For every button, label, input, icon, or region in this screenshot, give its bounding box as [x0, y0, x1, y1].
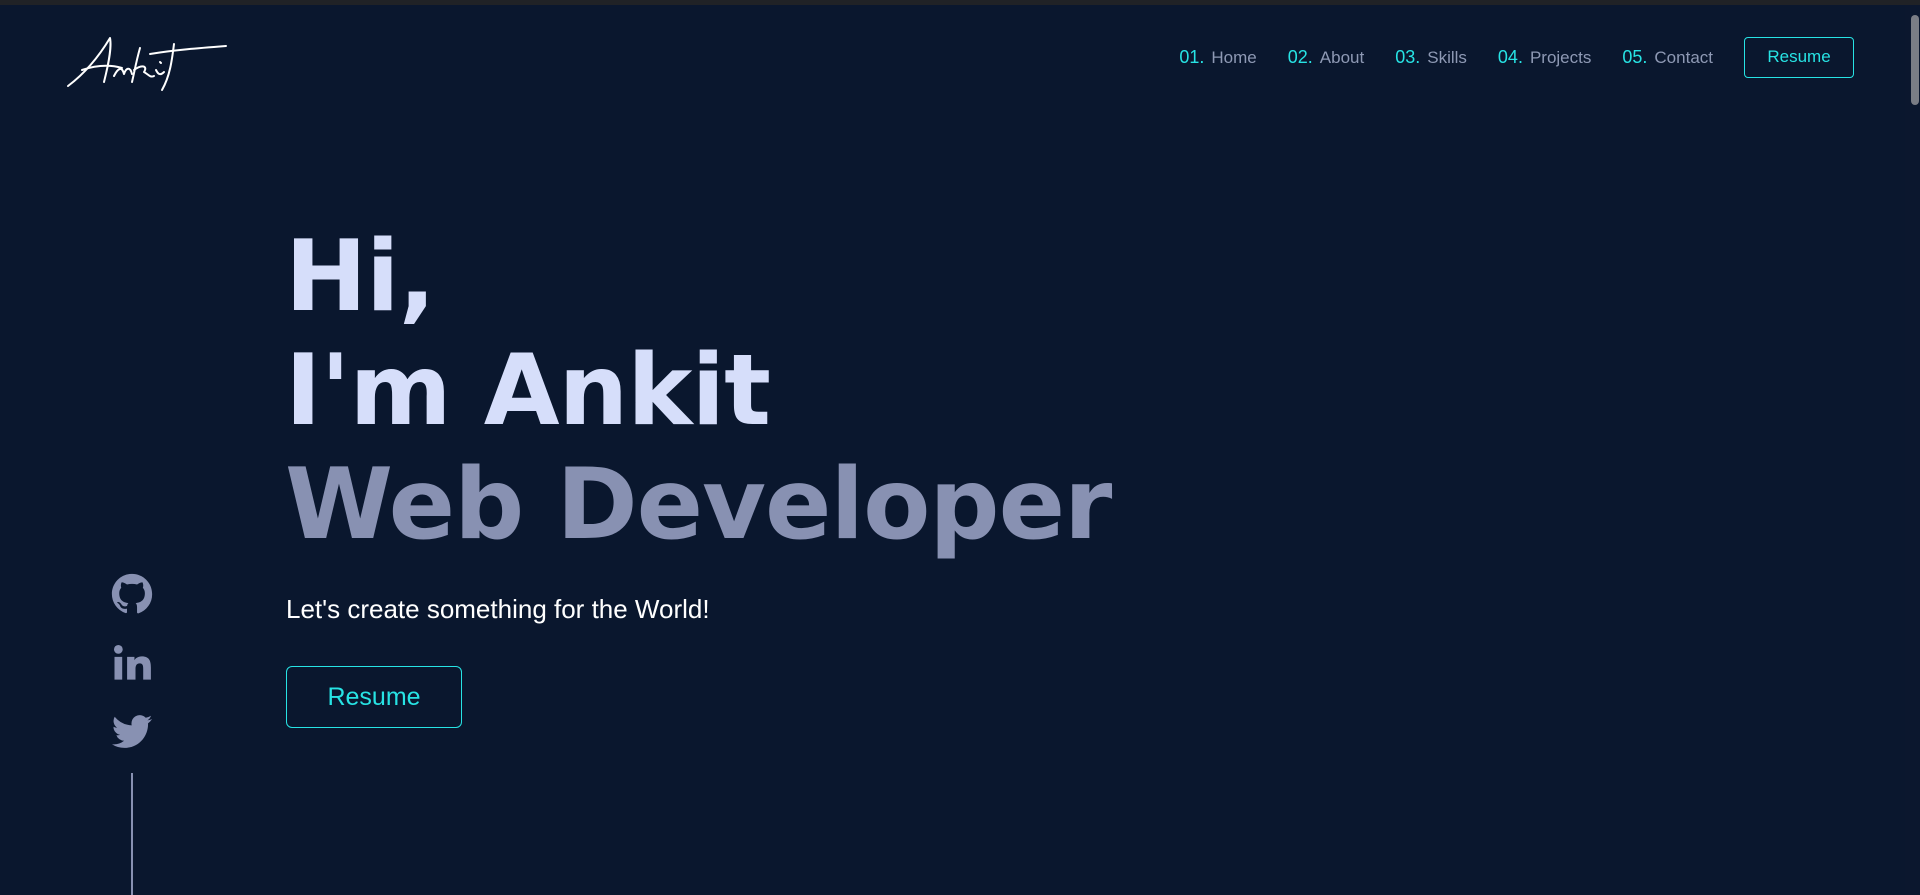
nav-item-projects[interactable]: 04. Projects	[1498, 47, 1591, 68]
nav-item-contact[interactable]: 05. Contact	[1622, 47, 1713, 68]
nav-item-skills[interactable]: 03. Skills	[1395, 47, 1467, 68]
social-links	[108, 570, 156, 780]
hero-tagline: Let's create something for the World!	[286, 594, 710, 624]
logo-signature[interactable]	[64, 30, 228, 94]
nav-label: Skills	[1427, 47, 1467, 67]
hero-role: Web Developer	[285, 448, 1112, 562]
social-divider-line	[131, 773, 133, 895]
nav-number: 02.	[1287, 46, 1313, 67]
logo-signature-icon	[67, 37, 227, 91]
browser-top-border	[0, 0, 1920, 5]
page-scrollbar[interactable]	[1905, 5, 1920, 895]
nav-number: 03.	[1395, 46, 1421, 67]
hero-resume-button[interactable]: Resume	[286, 666, 462, 728]
scrollbar-thumb[interactable]	[1911, 15, 1919, 105]
nav-number: 05.	[1622, 46, 1648, 67]
twitter-icon	[111, 715, 153, 748]
nav-label: Contact	[1654, 47, 1713, 67]
linkedin-link[interactable]	[108, 642, 156, 690]
nav-label: Projects	[1529, 47, 1592, 67]
nav-resume-button[interactable]: Resume	[1744, 36, 1854, 78]
hero-name: I'm Ankit	[285, 334, 771, 448]
portfolio-page: 01. Home 02. About 03. Skills 04. Projec…	[0, 0, 1920, 895]
twitter-link[interactable]	[108, 711, 156, 759]
nav-label: Home	[1211, 47, 1257, 67]
nav-item-home[interactable]: 01. Home	[1179, 47, 1256, 68]
main-nav: 01. Home 02. About 03. Skills 04. Projec…	[1179, 35, 1854, 79]
nav-item-about[interactable]: 02. About	[1288, 47, 1364, 68]
nav-label: About	[1319, 47, 1365, 67]
nav-number: 04.	[1497, 46, 1523, 67]
hero-greeting: Hi,	[285, 220, 436, 334]
github-link[interactable]	[108, 573, 156, 621]
linkedin-icon	[113, 644, 151, 680]
nav-number: 01.	[1179, 46, 1205, 67]
github-icon	[111, 573, 153, 614]
hero-heading: Hi, I'm Ankit Web Developer	[285, 220, 1112, 562]
